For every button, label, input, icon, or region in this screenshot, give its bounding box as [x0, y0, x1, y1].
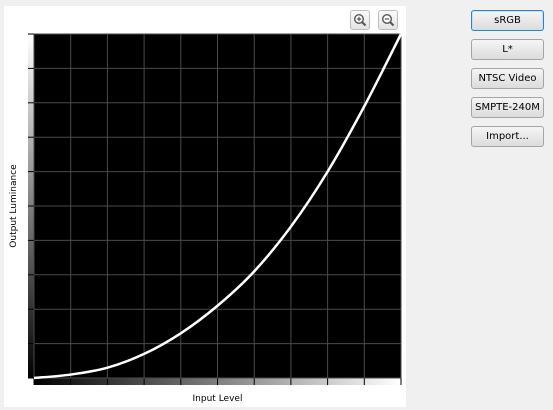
y-axis-label: Output Luminance [9, 164, 19, 248]
zoom-out-button[interactable] [378, 10, 398, 30]
preset-ntsc-video-button[interactable]: NTSC Video [471, 68, 544, 89]
preset-lstar-button[interactable]: L* [471, 39, 544, 60]
gamma-chart [28, 33, 403, 385]
zoom-out-icon [381, 13, 395, 27]
import-button[interactable]: Import... [471, 126, 544, 147]
gamma-graph-panel: Output Luminance Input Level [4, 6, 406, 407]
preset-srgb-button[interactable]: sRGB [471, 10, 544, 31]
zoom-in-icon [353, 13, 367, 27]
x-axis-label: Input Level [192, 394, 243, 404]
zoom-in-button[interactable] [350, 10, 370, 30]
preset-smpte-240m-button[interactable]: SMPTE-240M [471, 97, 544, 118]
